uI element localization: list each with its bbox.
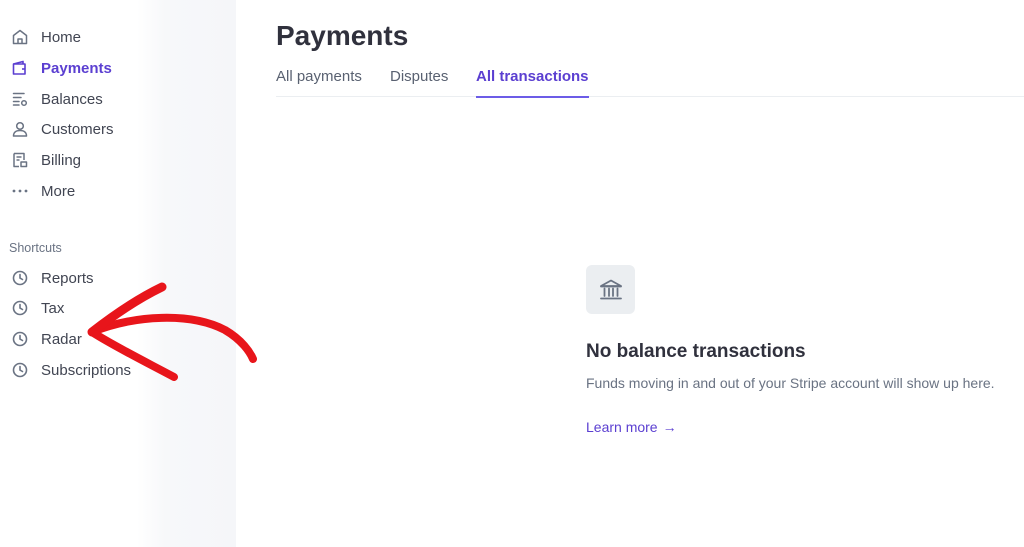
- arrow-right-icon: →: [662, 419, 677, 435]
- shortcut-label: Radar: [41, 330, 82, 348]
- sidebar-item-label: Balances: [41, 90, 103, 108]
- tab-bar: All payments Disputes All transactions: [276, 66, 1024, 98]
- sidebar-item-customers[interactable]: Customers: [10, 117, 114, 141]
- sidebar-item-label: More: [41, 182, 76, 200]
- wallet-icon: [10, 58, 30, 78]
- shortcut-label: Reports: [41, 269, 94, 287]
- sidebar-item-payments[interactable]: Payments: [10, 56, 112, 80]
- shortcut-item-tax[interactable]: Tax: [10, 296, 64, 320]
- sidebar-item-more[interactable]: More: [10, 179, 75, 203]
- balances-icon: [10, 89, 30, 109]
- app-window: Home Payments Balances Customers Billing…: [0, 0, 1024, 547]
- bank-icon: [598, 277, 624, 303]
- sidebar-item-billing[interactable]: Billing: [10, 148, 81, 172]
- shortcut-item-subscriptions[interactable]: Subscriptions: [10, 358, 131, 382]
- page-title: Payments: [276, 20, 409, 51]
- clock-icon: [10, 360, 30, 380]
- sidebar-item-label: Customers: [41, 120, 114, 138]
- sidebar: Home Payments Balances Customers Billing…: [0, 0, 236, 547]
- empty-state-icon-box: [586, 265, 635, 314]
- person-icon: [10, 119, 30, 139]
- clock-icon: [10, 298, 30, 318]
- shortcut-label: Subscriptions: [41, 361, 132, 379]
- learn-more-label: Learn more: [586, 419, 658, 435]
- empty-state-title: No balance transactions: [586, 341, 806, 362]
- more-dots-icon: [10, 181, 30, 201]
- clock-icon: [10, 329, 30, 349]
- sidebar-item-balances[interactable]: Balances: [10, 87, 103, 111]
- tab-all-transactions[interactable]: All transactions: [476, 68, 589, 98]
- main-content: Payments All payments Disputes All trans…: [236, 0, 1024, 547]
- sidebar-item-home[interactable]: Home: [10, 25, 81, 49]
- sidebar-item-label: Billing: [41, 151, 82, 169]
- sidebar-item-label: Payments: [41, 59, 112, 77]
- shortcuts-heading: Shortcuts: [9, 241, 62, 255]
- home-icon: [10, 27, 30, 47]
- shortcut-item-reports[interactable]: Reports: [10, 266, 94, 290]
- shortcut-label: Tax: [41, 299, 65, 317]
- tab-all-payments[interactable]: All payments: [276, 68, 362, 96]
- shortcut-item-radar[interactable]: Radar: [10, 327, 82, 351]
- learn-more-link[interactable]: Learn more →: [586, 419, 677, 435]
- tab-disputes[interactable]: Disputes: [390, 68, 448, 96]
- sidebar-item-label: Home: [41, 28, 82, 46]
- empty-state-description: Funds moving in and out of your Stripe a…: [586, 375, 995, 391]
- receipt-icon: [10, 150, 30, 170]
- clock-icon: [10, 268, 30, 288]
